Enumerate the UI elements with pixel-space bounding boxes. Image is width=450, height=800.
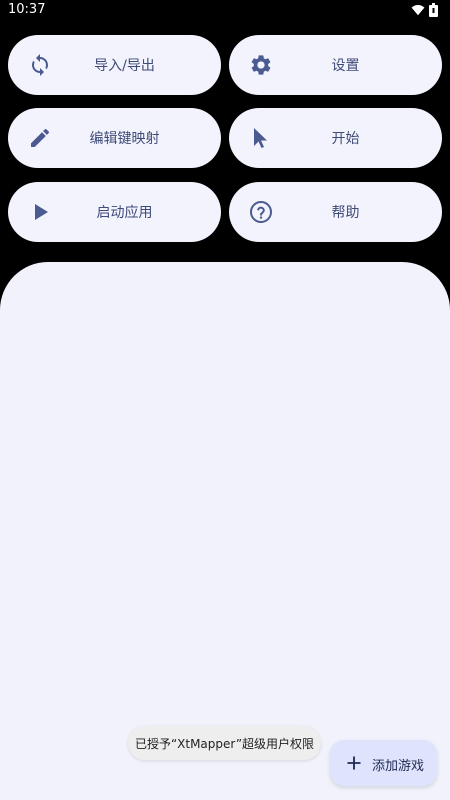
plus-icon xyxy=(347,756,361,770)
start-button[interactable]: 开始 xyxy=(229,108,442,168)
wifi-icon xyxy=(411,5,425,16)
game-list-panel xyxy=(0,262,450,800)
battery-icon xyxy=(429,3,438,17)
edit-keymap-button[interactable]: 编辑键映射 xyxy=(8,108,221,168)
sync-icon xyxy=(32,54,48,76)
launch-app-button[interactable]: 启动应用 xyxy=(8,182,221,242)
toast-text: 已授予“XtMapper”超级用户权限 xyxy=(134,736,315,751)
add-game-label: 添加游戏 xyxy=(372,759,425,774)
status-time: 10:37 xyxy=(8,2,46,17)
pencil-icon xyxy=(31,128,50,147)
gear-icon xyxy=(251,55,271,75)
settings-button[interactable]: 设置 xyxy=(229,35,442,95)
help-icon xyxy=(250,201,272,223)
cursor-icon xyxy=(254,128,267,148)
status-bar: 10:37 xyxy=(0,0,450,22)
toast-message: 已授予“XtMapper”超级用户权限 xyxy=(128,726,321,760)
status-icons xyxy=(411,3,438,17)
add-game-button[interactable]: 添加游戏 xyxy=(330,740,437,786)
help-button[interactable]: 帮助 xyxy=(229,182,442,242)
play-icon xyxy=(35,204,48,220)
import-export-button[interactable]: 导入/导出 xyxy=(8,35,221,95)
